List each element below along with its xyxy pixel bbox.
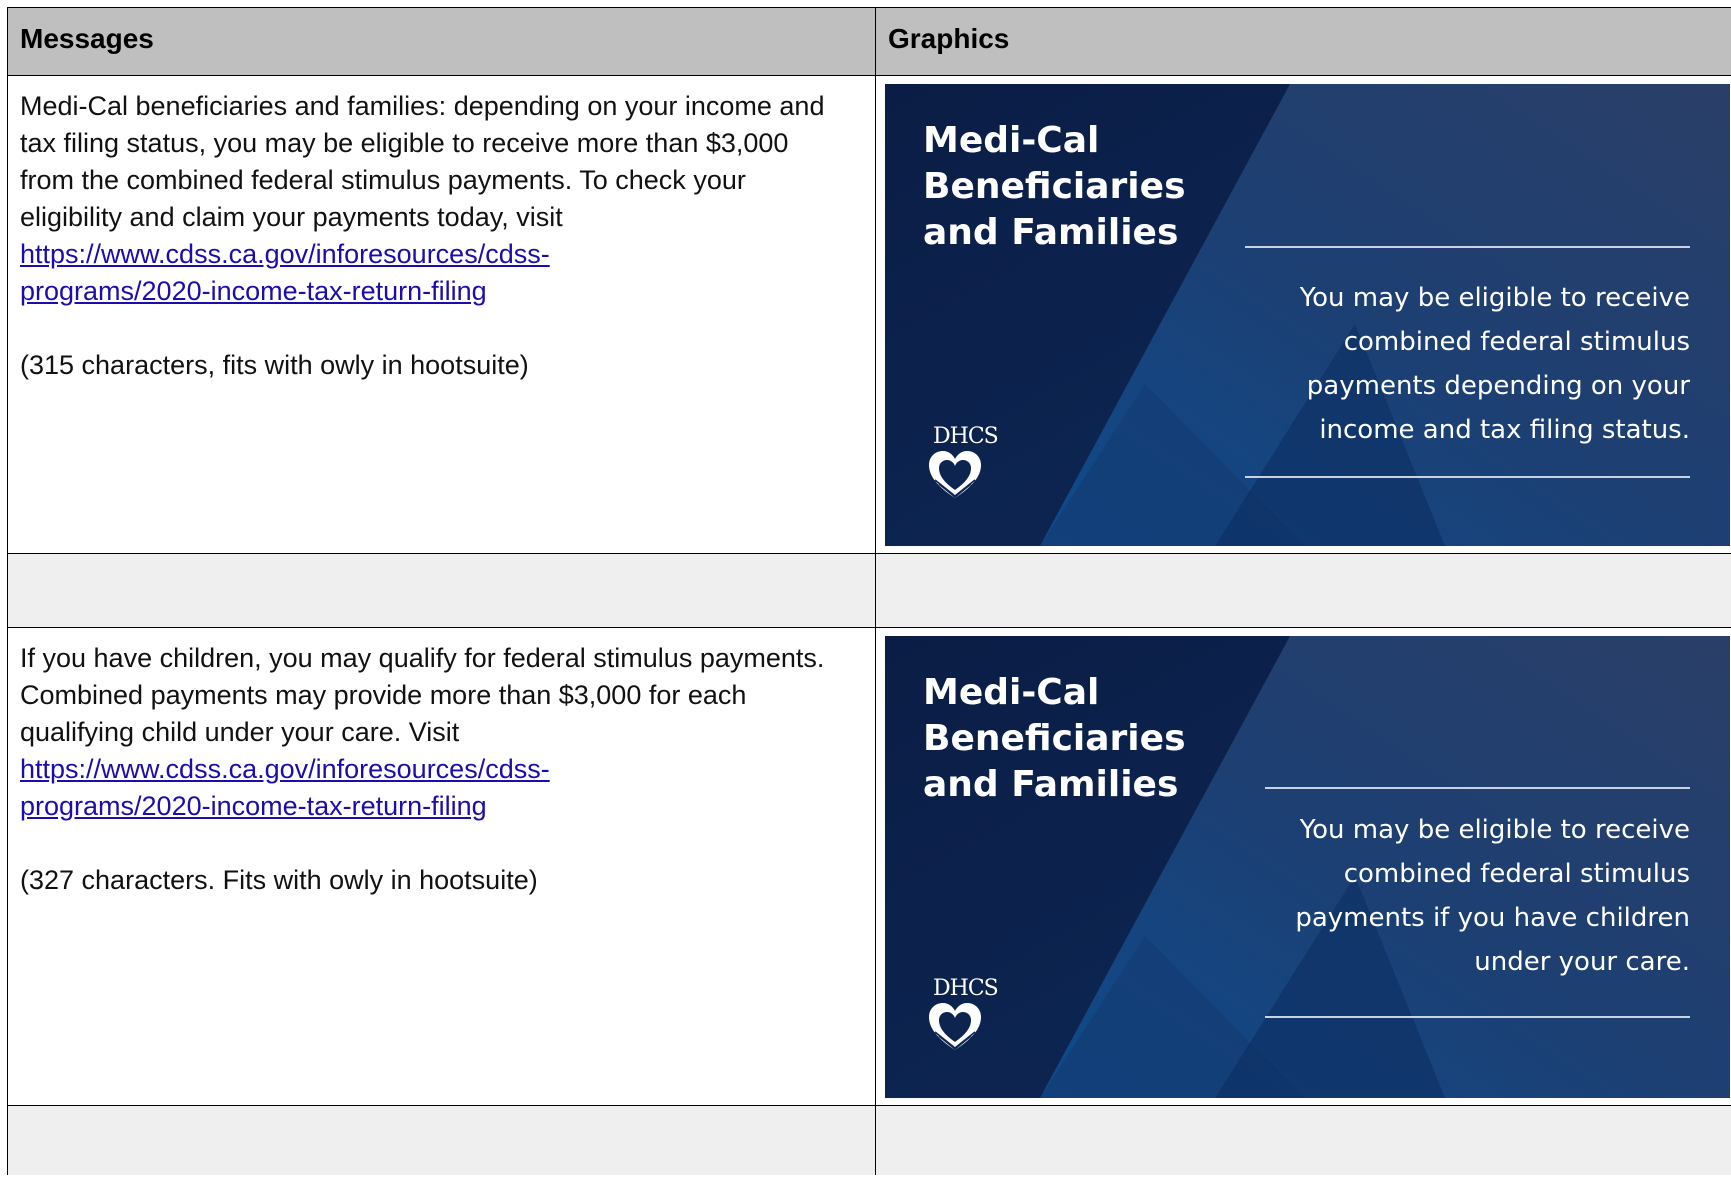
graphic-bottom-rule xyxy=(1265,1016,1690,1018)
message-text-block: Medi-Cal beneficiaries and families: dep… xyxy=(20,88,847,384)
graphic-title: Medi-Cal Beneficiaries and Families xyxy=(923,120,1186,253)
empty-cell xyxy=(7,1105,875,1175)
message-text: If you have children, you may qualify fo… xyxy=(20,643,825,747)
message-cell: If you have children, you may qualify fo… xyxy=(7,627,875,1105)
header-cell-messages: Messages xyxy=(7,7,875,75)
social-graphic: Medi-Cal Beneficiaries and Families You … xyxy=(885,84,1730,546)
heart-hands-icon xyxy=(929,451,981,498)
messages-table: Messages Graphics Medi-Cal beneficiaries… xyxy=(7,7,1731,1175)
table-header-row: Messages Graphics xyxy=(7,7,1731,75)
graphic-bottom-rule xyxy=(1245,476,1690,478)
dhcs-logo: DHCS xyxy=(923,424,999,514)
message-link[interactable]: https://www.cdss.ca.gov/inforesources/cd… xyxy=(20,236,610,310)
message-cell: Medi-Cal beneficiaries and families: dep… xyxy=(7,75,875,553)
graphic-body-text: You may be eligible to receive combined … xyxy=(1295,815,1690,977)
dhcs-logo: DHCS xyxy=(923,976,999,1066)
logo-text: DHCS xyxy=(933,424,999,449)
empty-cell xyxy=(875,1105,1731,1175)
graphic-body-text: You may be eligible to receive combined … xyxy=(1299,283,1690,445)
header-cell-graphics: Graphics xyxy=(875,7,1731,75)
table-row: If you have children, you may qualify fo… xyxy=(7,627,1731,1105)
empty-cell xyxy=(7,553,875,627)
message-text: Medi-Cal beneficiaries and families: dep… xyxy=(20,91,825,232)
empty-cell xyxy=(875,553,1731,627)
character-count-note: (327 characters. Fits with owly in hoots… xyxy=(20,865,538,895)
heart-hands-icon xyxy=(929,1003,981,1050)
message-text-block: If you have children, you may qualify fo… xyxy=(20,640,847,899)
message-link[interactable]: https://www.cdss.ca.gov/inforesources/cd… xyxy=(20,751,610,825)
graphic-top-rule xyxy=(1265,787,1690,789)
header-graphics: Graphics xyxy=(888,23,1010,54)
header-messages: Messages xyxy=(20,23,154,54)
table-row: Medi-Cal beneficiaries and families: dep… xyxy=(7,75,1731,553)
graphic-top-rule xyxy=(1245,246,1690,248)
graphic-title: Medi-Cal Beneficiaries and Families xyxy=(923,672,1186,805)
character-count-note: (315 characters, fits with owly in hoots… xyxy=(20,350,529,380)
table-spacer-row xyxy=(7,553,1731,627)
social-graphic: Medi-Cal Beneficiaries and Families You … xyxy=(885,636,1730,1098)
logo-text: DHCS xyxy=(933,976,999,1001)
document-page: Messages Graphics Medi-Cal beneficiaries… xyxy=(0,0,1731,1181)
graphic-cell: Medi-Cal Beneficiaries and Families You … xyxy=(875,627,1731,1105)
table-spacer-row xyxy=(7,1105,1731,1175)
graphic-cell: Medi-Cal Beneficiaries and Families You … xyxy=(875,75,1731,553)
